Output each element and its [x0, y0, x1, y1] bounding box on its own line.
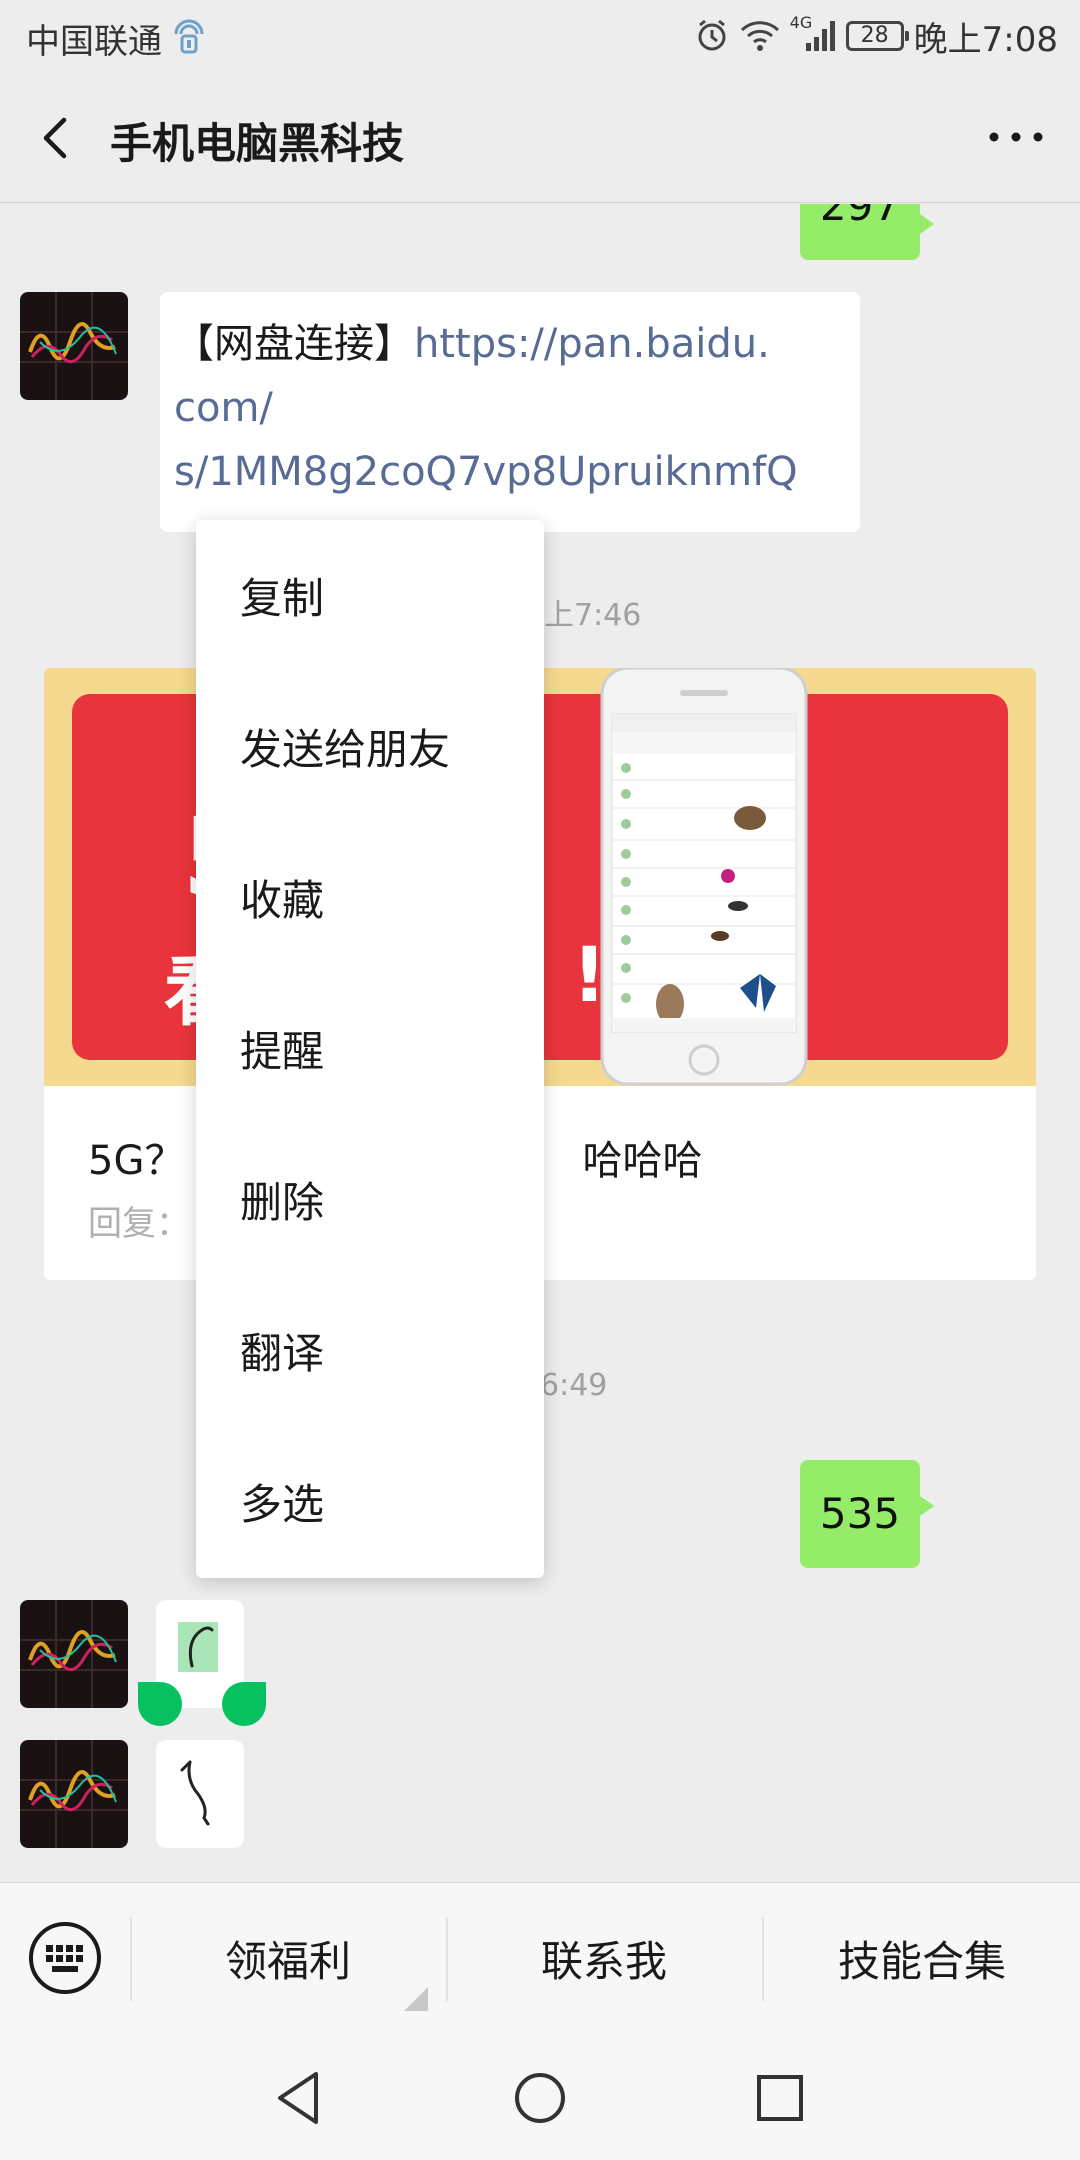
- menu-item-remind[interactable]: 提醒: [196, 973, 544, 1124]
- message-bubble-sent[interactable]: 535: [800, 1460, 934, 1568]
- alarm-icon: [694, 18, 730, 54]
- menu-tab-contact[interactable]: 联系我: [448, 1883, 760, 2033]
- timestamp: 上7:46: [544, 598, 642, 633]
- selection-handle-left[interactable]: [138, 1682, 182, 1726]
- selection-handle-right[interactable]: [222, 1682, 266, 1726]
- menu-item-copy[interactable]: 复制: [196, 520, 544, 671]
- network-type: 4G: [789, 13, 813, 32]
- status-bar: 中国联通 4G 28 晚上7:08: [0, 0, 1080, 72]
- card-title-text: 5G？: [88, 1138, 185, 1184]
- message-text: 535: [819, 1489, 901, 1538]
- nav-back-button[interactable]: [270, 2068, 330, 2128]
- link-text[interactable]: s/1MM8g2coQ7vp8UpruiknmfQ: [174, 440, 844, 504]
- submenu-indicator-icon: [404, 1987, 428, 2011]
- menu-tab-benefits[interactable]: 领福利: [132, 1883, 444, 2033]
- chevron-left-icon: [43, 117, 67, 159]
- carrier-signal-icon: [172, 16, 206, 54]
- link-prefix-text: 【网盘连接】: [174, 321, 414, 367]
- timestamp: 6:49: [540, 1368, 608, 1403]
- nav-home-button[interactable]: [510, 2068, 570, 2128]
- link-text[interactable]: com/: [174, 376, 844, 440]
- link-message-bubble[interactable]: 【网盘连接】https://pan.baidu. com/ s/1MM8g2co…: [160, 292, 860, 532]
- menu-item-favorite[interactable]: 收藏: [196, 822, 544, 973]
- menu-item-send-to-friend[interactable]: 发送给朋友: [196, 671, 544, 822]
- card-reply-label: 回复：: [88, 1204, 190, 1244]
- menu-item-delete[interactable]: 删除: [196, 1124, 544, 1275]
- circle-home-icon: [515, 2073, 565, 2123]
- more-button[interactable]: [986, 122, 1046, 152]
- page-title: 手机电脑黑科技: [110, 119, 405, 168]
- menu-item-multi-select[interactable]: 多选: [196, 1426, 544, 1577]
- avatar[interactable]: [20, 1740, 128, 1848]
- status-time: 晚上7:08: [913, 19, 1058, 60]
- keyboard-icon: [29, 1922, 101, 1994]
- nav-recents-button[interactable]: [750, 2068, 810, 2128]
- keyboard-toggle-button[interactable]: [26, 1919, 104, 1997]
- more-dots-icon: [989, 132, 1043, 142]
- square-recents-icon: [757, 2075, 803, 2121]
- official-account-menu-bar: 领福利 联系我 技能合集: [0, 1882, 1080, 2033]
- wifi-icon: [740, 20, 780, 52]
- menu-item-translate[interactable]: 翻译: [196, 1275, 544, 1426]
- carrier-name: 中国联通: [26, 22, 162, 62]
- context-menu: 复制 发送给朋友 收藏 提醒 删除 翻译 多选: [196, 520, 544, 1578]
- battery-icon: 28: [845, 21, 909, 51]
- status-icons: 4G 28 晚上7:08: [694, 12, 1058, 60]
- system-navigation-bar: [0, 2032, 1080, 2160]
- sticker-message[interactable]: [156, 1740, 244, 1848]
- phone-illustration: [600, 668, 808, 1088]
- cell-signal-icon: 4G: [790, 13, 836, 53]
- triangle-back-icon: [278, 2072, 318, 2124]
- back-button[interactable]: [30, 110, 86, 166]
- avatar[interactable]: [20, 1600, 128, 1708]
- card-title-text: 哈哈哈: [582, 1138, 703, 1184]
- sticker-image: [180, 1760, 210, 1826]
- avatar[interactable]: [20, 292, 128, 400]
- chat-header: 手机电脑黑科技: [0, 72, 1080, 203]
- menu-tab-skills[interactable]: 技能合集: [764, 1883, 1080, 2033]
- link-text[interactable]: https://pan.baidu.: [414, 321, 770, 367]
